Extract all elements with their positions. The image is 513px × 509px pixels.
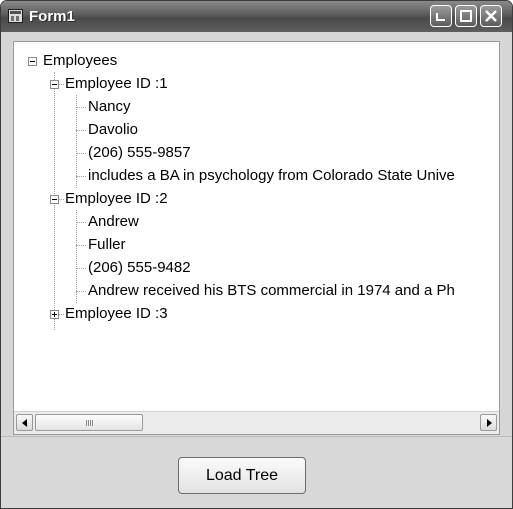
minimize-icon	[436, 13, 445, 21]
employee-treeview[interactable]: Employees Employee ID :1 Nancy Davolio (…	[13, 41, 500, 435]
maximize-icon	[460, 10, 472, 22]
tree-content: Employees Employee ID :1 Nancy Davolio (…	[14, 42, 499, 412]
load-tree-button[interactable]: Load Tree	[178, 457, 306, 494]
tree-node-phone[interactable]: (206) 555-9482	[88, 259, 191, 277]
window-title: Form1	[29, 8, 75, 25]
tree-node-first-name[interactable]: Andrew	[88, 213, 139, 231]
button-panel: Load Tree	[1, 436, 512, 508]
scroll-left-button[interactable]	[16, 414, 33, 431]
tree-node-first-name[interactable]: Nancy	[88, 98, 131, 116]
scrollbar-thumb[interactable]	[35, 414, 143, 431]
app-form-icon	[8, 9, 23, 23]
arrow-left-icon	[21, 418, 27, 427]
tree-node-notes[interactable]: includes a BA in psychology from Colorad…	[88, 167, 455, 185]
horizontal-scrollbar[interactable]	[14, 411, 499, 434]
scroll-right-button[interactable]	[480, 414, 497, 431]
collapse-icon[interactable]	[50, 80, 59, 89]
tree-node-last-name[interactable]: Fuller	[88, 236, 126, 254]
title-bar[interactable]: Form1	[1, 1, 512, 32]
tree-line	[76, 95, 77, 188]
main-window: Form1 Employees Employee ID:1 Nancy Dav…	[0, 0, 513, 509]
tree-line	[76, 222, 86, 223]
tree-line	[76, 210, 77, 303]
tree-line	[76, 291, 86, 292]
tree-node-root[interactable]: Employees	[43, 52, 117, 70]
collapse-icon[interactable]	[50, 195, 59, 204]
tree-line	[76, 153, 86, 154]
maximize-button[interactable]	[455, 5, 477, 27]
tree-line	[76, 268, 86, 269]
tree-line	[76, 176, 86, 177]
expand-icon[interactable]	[50, 310, 59, 319]
collapse-icon[interactable]	[28, 57, 37, 66]
minimize-button[interactable]	[430, 5, 452, 27]
arrow-right-icon	[486, 418, 492, 427]
tree-node-employee-3[interactable]: Employee ID :3	[65, 305, 168, 323]
tree-node-employee-1[interactable]: Employee ID :1	[65, 75, 168, 93]
close-button[interactable]	[480, 5, 502, 27]
tree-line	[76, 130, 86, 131]
tree-node-employee-2[interactable]: Employee ID :2	[65, 190, 168, 208]
tree-line	[76, 107, 86, 108]
grip-icon	[86, 420, 94, 426]
tree-node-phone[interactable]: (206) 555-9857	[88, 144, 191, 162]
tree-node-last-name[interactable]: Davolio	[88, 121, 138, 139]
close-icon	[485, 10, 497, 22]
tree-node-notes[interactable]: Andrew received his BTS commercial in 19…	[88, 282, 455, 300]
tree-line	[76, 245, 86, 246]
